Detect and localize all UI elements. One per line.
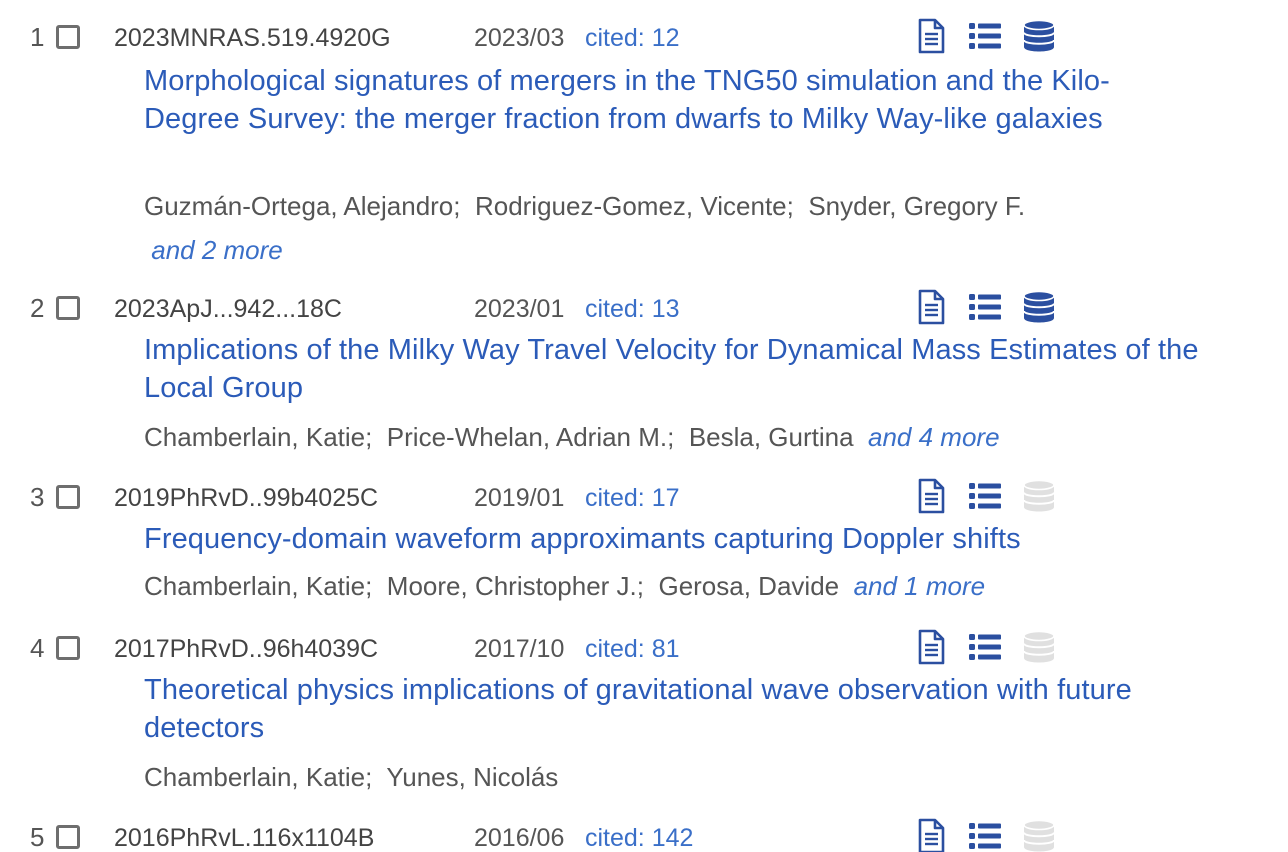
result-title-link[interactable]: Frequency-domain waveform approximants c… [144,520,1204,558]
bibcode: 2019PhRvD..99b4025C [114,484,379,512]
author-name[interactable]: Snyder, Gregory F. [808,191,1025,221]
result-index: 4 [30,633,45,663]
select-checkbox[interactable] [56,825,80,849]
author-name[interactable]: Chamberlain, Katie; [144,762,372,792]
bibcode: 2023MNRAS.519.4920G [114,24,391,52]
list-icon[interactable] [968,18,1002,54]
publication-date: 2023/03 [474,24,565,52]
database-icon [1022,478,1056,514]
author-list: Chamberlain, Katie; Moore, Christopher J… [144,564,1204,608]
bibcode: 2016PhRvL.116x1104B [114,824,375,852]
bibcode: 2017PhRvD..96h4039C [114,635,379,663]
author-name[interactable]: Price-Whelan, Adrian M.; [387,422,675,452]
author-list: Guzmán-Ortega, Alejandro; Rodriguez-Gome… [144,184,1204,272]
author-list: Chamberlain, Katie; Price-Whelan, Adrian… [144,415,1204,459]
result-header: 1 2023MNRAS.519.4920G 2023/03 cited: 12 [0,16,1288,54]
citation-count-link[interactable]: cited: 81 [585,635,680,664]
result-index: 1 [30,22,45,52]
database-icon[interactable] [1022,289,1056,325]
author-name[interactable]: Yunes, Nicolás [386,762,558,792]
result-index: 3 [30,482,45,512]
author-name[interactable]: Besla, Gurtina [689,422,854,452]
author-name[interactable]: Guzmán-Ortega, Alejandro; [144,191,461,221]
more-authors-link[interactable]: and 2 more [151,235,283,265]
list-icon[interactable] [968,289,1002,325]
result-title-link[interactable]: Implications of the Milky Way Travel Vel… [144,331,1204,407]
author-name[interactable]: Rodriguez-Gomez, Vicente; [475,191,794,221]
citation-count-link[interactable]: cited: 13 [585,295,680,324]
citation-count-link[interactable]: cited: 142 [585,824,693,852]
results-list: 1 2023MNRAS.519.4920G 2023/03 cited: 12 … [0,0,1288,852]
database-icon[interactable] [1022,18,1056,54]
result-header: 2 2023ApJ...942...18C 2023/01 cited: 13 [0,287,1288,325]
document-icon[interactable] [914,478,948,514]
document-icon[interactable] [914,629,948,665]
database-icon [1022,629,1056,665]
database-icon [1022,818,1056,852]
publication-date: 2016/06 [474,824,565,852]
list-icon[interactable] [968,478,1002,514]
citation-count-link[interactable]: cited: 17 [585,484,680,513]
more-authors-link[interactable]: and 1 more [854,571,986,601]
author-name[interactable]: Chamberlain, Katie; [144,571,372,601]
document-icon[interactable] [914,18,948,54]
result-index: 5 [30,822,45,852]
list-icon[interactable] [968,818,1002,852]
list-icon[interactable] [968,629,1002,665]
more-authors-link[interactable]: and 4 more [868,422,1000,452]
author-list: Chamberlain, Katie; Yunes, Nicolás [144,755,1204,799]
result-header: 3 2019PhRvD..99b4025C 2019/01 cited: 17 [0,476,1288,514]
select-checkbox[interactable] [56,296,80,320]
result-header: 4 2017PhRvD..96h4039C 2017/10 cited: 81 [0,627,1288,665]
publication-date: 2017/10 [474,635,565,663]
select-checkbox[interactable] [56,485,80,509]
publication-date: 2023/01 [474,295,565,323]
select-checkbox[interactable] [56,636,80,660]
publication-date: 2019/01 [474,484,565,512]
author-name[interactable]: Moore, Christopher J.; [387,571,644,601]
select-checkbox[interactable] [56,25,80,49]
result-title-link[interactable]: Morphological signatures of mergers in t… [144,62,1204,138]
author-name[interactable]: Chamberlain, Katie; [144,422,372,452]
result-index: 2 [30,293,45,323]
citation-count-link[interactable]: cited: 12 [585,24,680,53]
document-icon[interactable] [914,289,948,325]
result-title-link[interactable]: Theoretical physics implications of grav… [144,671,1204,747]
result-header: 5 2016PhRvL.116x1104B 2016/06 cited: 142 [0,816,1288,852]
author-name[interactable]: Gerosa, Davide [658,571,839,601]
bibcode: 2023ApJ...942...18C [114,295,342,323]
document-icon[interactable] [914,818,948,852]
